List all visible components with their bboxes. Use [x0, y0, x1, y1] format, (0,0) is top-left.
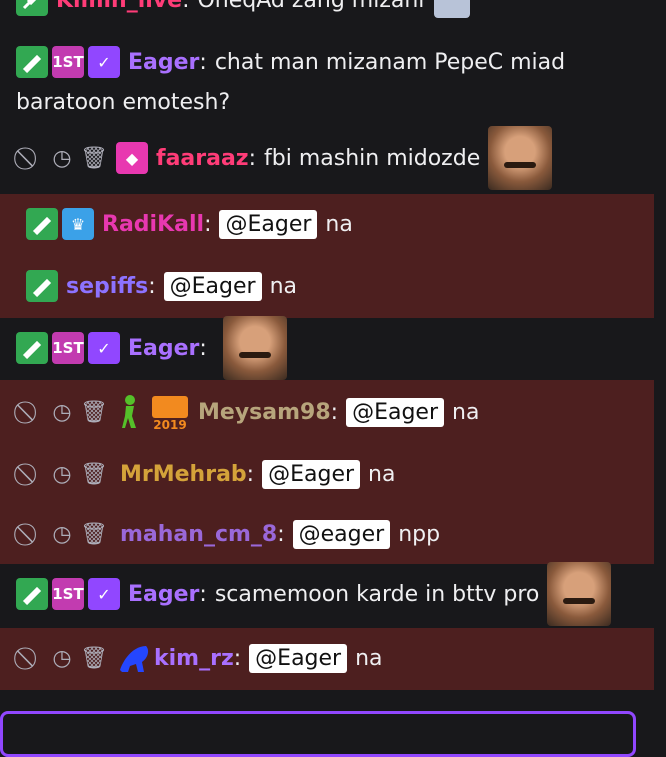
moderator-icon — [16, 332, 48, 364]
mention[interactable]: @eager — [292, 519, 391, 549]
timeout-icon[interactable]: ◷ — [48, 398, 76, 426]
first-badge-icon: 1ST — [52, 46, 84, 78]
delete-icon[interactable]: 🗑 — [80, 398, 108, 426]
event-badge-icon: 2019 — [150, 392, 190, 432]
chat-line: ⃠ ◷ 🗑 2019 Meysam98: @Eager na — [16, 392, 479, 432]
chat-row: 1ST ✓ Eager: scamemoon karde in bttv pro — [0, 562, 654, 628]
message-text: na — [368, 461, 396, 487]
timeout-icon[interactable]: ◷ — [48, 144, 76, 172]
moderator-icon — [16, 0, 48, 16]
chat-line: sepiffs: @Eager na — [26, 266, 297, 306]
chat-line: ⃠ ◷ 🗑 ◆ faaraaz: fbi mashin midozde — [16, 126, 553, 190]
verified-icon: ✓ — [88, 46, 120, 78]
message-text: npp — [398, 521, 441, 547]
chat-input[interactable] — [0, 711, 636, 757]
message-text: na — [325, 211, 353, 237]
scrollbar[interactable] — [654, 0, 666, 700]
message-text: na — [355, 645, 383, 671]
chat-line: ⃠ ◷ 🗑 mahan_cm_8: @eager npp — [16, 514, 440, 554]
delete-icon[interactable]: 🗑 — [80, 144, 108, 172]
chat-row: ⃠ ◷ 🗑 kim_rz: @Eager na — [0, 628, 654, 690]
chat-line: 1ST ✓ Eager: chat man mizanam PepeC miad — [16, 42, 565, 82]
username[interactable]: RadiKall — [102, 212, 204, 237]
chat-line: ⃠ ◷ 🗑 kim_rz: @Eager na — [16, 638, 383, 678]
message-text: scamemoon karde in bttv pro — [214, 581, 540, 607]
message-text: OneqAd zang mizani — [197, 0, 425, 13]
chat-line: Kimin_live: OneqAd zang mizani — [16, 0, 471, 20]
chat-line: 1ST ✓ Eager: scamemoon karde in bttv pro — [16, 562, 612, 626]
mention[interactable]: @Eager — [262, 459, 361, 489]
username[interactable]: Eager — [128, 582, 199, 607]
mention[interactable]: @Eager — [219, 209, 318, 239]
first-badge-icon: 1ST — [52, 332, 84, 364]
figure-badge-icon — [116, 640, 149, 676]
message-text: fbi mashin midozde — [264, 145, 481, 171]
emote — [222, 316, 287, 380]
crown-icon: ♛ — [62, 208, 94, 240]
vip-icon: ◆ — [116, 142, 148, 174]
moderator-icon — [26, 270, 58, 302]
moderator-icon — [16, 578, 48, 610]
emote — [547, 562, 612, 626]
mod-actions: ⃠ ◷ 🗑 — [16, 520, 108, 548]
chat-row: Kimin_live: OneqAd zang mizani — [0, 0, 654, 20]
emote — [488, 126, 553, 190]
chat-row: ⃠ ◷ 🗑 ◆ faaraaz: fbi mashin midozde — [0, 126, 654, 192]
timeout-icon[interactable]: ◷ — [48, 644, 76, 672]
chat-row: ⃠ ◷ 🗑 2019 Meysam98: @Eager na ⃠ ◷ 🗑 MrM… — [0, 380, 654, 564]
username[interactable]: kim_rz — [154, 646, 234, 671]
delete-icon[interactable]: 🗑 — [80, 460, 108, 488]
username[interactable]: Eager — [128, 336, 199, 361]
ban-icon[interactable]: ⃠ — [16, 644, 44, 672]
mod-actions: ⃠ ◷ 🗑 — [16, 460, 108, 488]
delete-icon[interactable]: 🗑 — [80, 644, 108, 672]
timeout-icon[interactable]: ◷ — [48, 460, 76, 488]
figure-badge-icon — [116, 394, 144, 430]
first-badge-icon: 1ST — [52, 578, 84, 610]
mention[interactable]: @Eager — [249, 643, 348, 673]
timeout-icon[interactable]: ◷ — [48, 520, 76, 548]
mention[interactable]: @Eager — [346, 397, 444, 427]
message-text: na — [269, 273, 298, 299]
ban-icon[interactable]: ⃠ — [16, 144, 44, 172]
mod-actions: ⃠ ◷ 🗑 — [16, 398, 108, 426]
username[interactable]: sepiffs — [66, 274, 148, 299]
chat-line: ♛ RadiKall: @Eager na — [26, 204, 353, 244]
username[interactable]: Eager — [128, 50, 199, 75]
verified-icon: ✓ — [88, 578, 120, 610]
message-text: chat man mizanam PepeC miad — [214, 49, 566, 75]
mod-actions: ⃠ ◷ 🗑 — [16, 644, 108, 672]
chat-row: 1ST ✓ Eager: — [0, 316, 654, 380]
ban-icon[interactable]: ⃠ — [16, 520, 44, 548]
username[interactable]: faaraaz — [156, 146, 249, 171]
chat-row: 1ST ✓ Eager: chat man mizanam PepeC miad… — [0, 36, 654, 126]
username[interactable]: Kimin_live — [56, 0, 182, 13]
username[interactable]: mahan_cm_8 — [120, 522, 277, 547]
chat-line: ⃠ ◷ 🗑 MrMehrab: @Eager na — [16, 454, 395, 494]
ban-icon[interactable]: ⃠ — [16, 460, 44, 488]
moderator-icon — [26, 208, 58, 240]
chat-panel: Kimin_live: OneqAd zang mizani 1ST ✓ Eag… — [0, 0, 654, 744]
mention[interactable]: @Eager — [163, 271, 262, 301]
moderator-icon — [16, 46, 48, 78]
username[interactable]: Meysam98 — [198, 400, 331, 425]
message-continuation: baratoon emotesh? — [16, 89, 231, 115]
message-text: na — [452, 399, 480, 425]
delete-icon[interactable]: 🗑 — [80, 520, 108, 548]
mod-actions: ⃠ ◷ 🗑 — [16, 144, 108, 172]
ban-icon[interactable]: ⃠ — [16, 398, 44, 426]
chat-row: ♛ RadiKall: @Eager na sepiffs: @Eager na — [0, 194, 654, 318]
username[interactable]: MrMehrab — [120, 462, 247, 487]
chat-line: 1ST ✓ Eager: — [16, 316, 287, 380]
emote — [434, 0, 471, 18]
verified-icon: ✓ — [88, 332, 120, 364]
